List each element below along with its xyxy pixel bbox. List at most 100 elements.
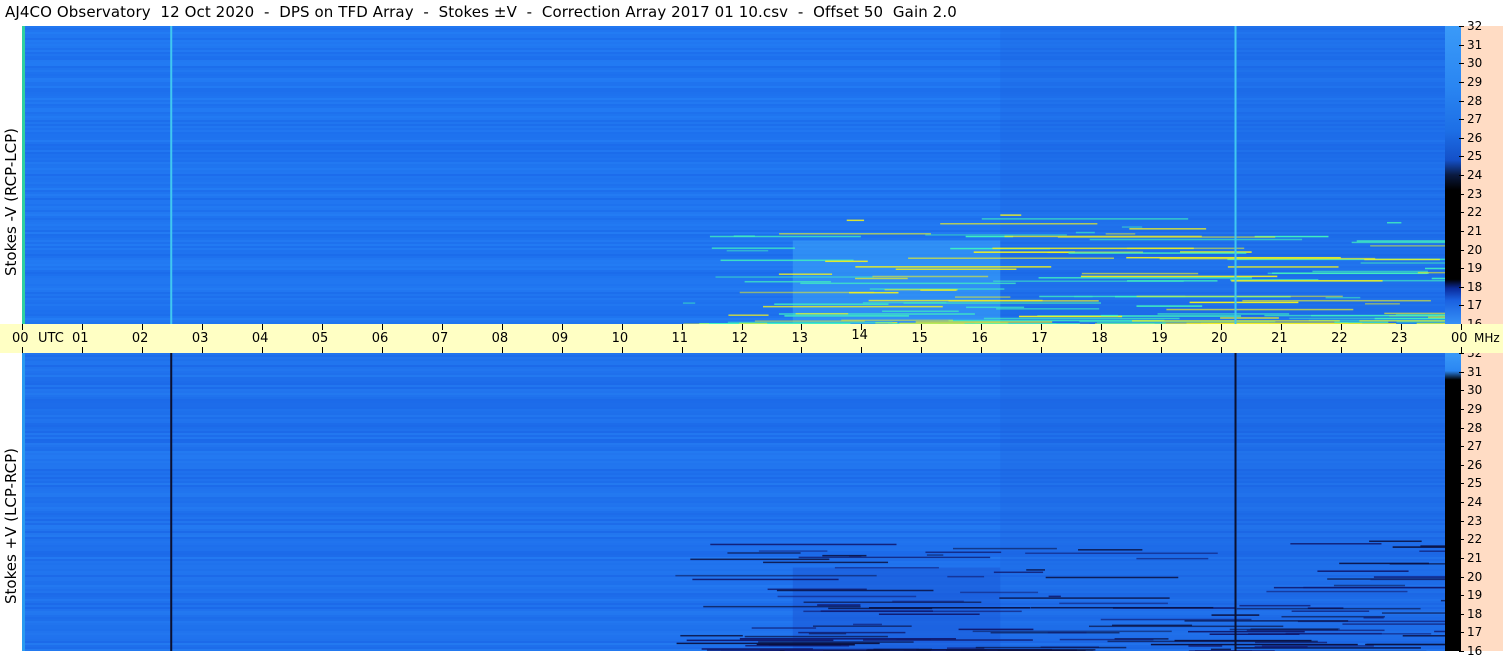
burst-streak xyxy=(1136,295,1343,298)
burst-streak xyxy=(1339,562,1429,565)
burst-streak xyxy=(1359,320,1445,322)
utc-tick-mark xyxy=(1281,347,1283,353)
vertical-interference-line xyxy=(170,26,173,324)
burst-streak xyxy=(1136,305,1203,307)
utc-tick: 13 xyxy=(791,331,808,346)
burst-streak xyxy=(675,574,877,577)
burst-streak xyxy=(784,315,909,317)
utc-tick-mark xyxy=(861,347,863,353)
burst-streak xyxy=(1227,266,1339,268)
utc-tick: 08 xyxy=(491,331,509,346)
burst-streak xyxy=(1121,226,1143,228)
spectrogram-bottom-canvas xyxy=(22,353,1445,651)
utc-tick-mark xyxy=(201,324,203,330)
burst-streak xyxy=(1047,631,1087,634)
utc-tick-mark xyxy=(1461,324,1462,330)
utc-tick: 05 xyxy=(311,331,329,346)
burst-streak xyxy=(744,635,888,638)
burst-streak xyxy=(1290,543,1382,545)
burst-streak xyxy=(1189,301,1299,304)
utc-tick-mark xyxy=(381,324,383,330)
utc-tick-mark xyxy=(801,324,803,330)
utc-tick-mark xyxy=(681,324,683,330)
burst-streak xyxy=(925,234,1067,236)
burst-streak xyxy=(680,634,743,637)
burst-streak xyxy=(993,571,1044,574)
burst-streak xyxy=(1004,235,1202,238)
burst-streak xyxy=(878,613,980,616)
frequency-tick: 20 xyxy=(1458,571,1482,583)
burst-streak xyxy=(1150,643,1358,646)
frequency-tick: 24 xyxy=(1458,496,1482,508)
burst-streak xyxy=(1419,550,1445,552)
utc-tick-mark xyxy=(1401,324,1403,330)
burst-streak xyxy=(1089,238,1303,241)
burst-streak xyxy=(763,561,889,564)
spectrogram-top-canvas xyxy=(22,26,1445,324)
burst-streak xyxy=(1384,312,1445,315)
frequency-tick: 18 xyxy=(1458,281,1482,293)
burst-streak xyxy=(1025,552,1218,555)
utc-tick-mark xyxy=(741,347,743,353)
burst-streak xyxy=(795,312,849,315)
burst-streak xyxy=(952,547,1057,550)
utc-tick-mark xyxy=(861,324,863,330)
burst-streak xyxy=(1417,271,1445,274)
utc-tick: 17 xyxy=(1031,331,1048,346)
utc-tick-mark xyxy=(561,347,563,353)
burst-streak xyxy=(709,235,861,238)
burst-streak xyxy=(825,260,868,263)
burst-streak xyxy=(1363,616,1384,619)
utc-tick-mark xyxy=(441,347,443,353)
burst-streak xyxy=(1272,272,1429,274)
utc-tick-mark xyxy=(1221,324,1223,330)
utc-tick: 15 xyxy=(911,331,928,346)
burst-streak xyxy=(1210,648,1231,651)
spectrogram-stokes-minus-v xyxy=(22,26,1445,324)
burst-streak xyxy=(892,600,964,603)
utc-tick: 20 xyxy=(1211,331,1228,346)
burst-streak xyxy=(1059,602,1168,605)
burst-streak xyxy=(1000,214,1022,216)
utc-tick: 02 xyxy=(131,331,149,346)
burst-streak xyxy=(1356,240,1445,242)
utc-tick-mark xyxy=(801,347,803,353)
burst-streak xyxy=(1369,540,1422,543)
burst-streak xyxy=(1351,241,1445,244)
burst-streak xyxy=(1229,628,1338,631)
burst-streak xyxy=(1434,630,1445,633)
burst-streak xyxy=(884,288,958,291)
frequency-tick: 19 xyxy=(1458,589,1482,601)
utc-tick-mark xyxy=(441,324,443,330)
utc-tick-mark xyxy=(1161,347,1163,353)
burst-streak xyxy=(1075,231,1095,234)
chart-title: AJ4CO Observatory 12 Oct 2020 - DPS on T… xyxy=(5,3,957,21)
frequency-tick: 17 xyxy=(1458,299,1482,311)
burst-streak xyxy=(1254,646,1308,648)
frequency-tick: 31 xyxy=(1458,39,1482,51)
utc-tick: 01 xyxy=(71,331,89,346)
burst-streak xyxy=(777,595,917,598)
burst-streak xyxy=(1048,595,1061,598)
burst-streak xyxy=(1188,645,1223,647)
burst-streak xyxy=(822,554,867,557)
utc-tick-mark xyxy=(681,347,683,353)
burst-streak xyxy=(1289,317,1445,320)
burst-streak xyxy=(926,554,944,556)
frequency-tick: 28 xyxy=(1458,95,1482,107)
frequency-tick: 21 xyxy=(1458,225,1482,237)
frequency-tick: 26 xyxy=(1458,132,1482,144)
burst-streak xyxy=(1126,247,1245,250)
utc-tick: 00 xyxy=(1451,331,1468,346)
burst-streak xyxy=(1038,277,1252,279)
burst-streak xyxy=(774,303,889,305)
burst-streak xyxy=(1184,620,1349,622)
burst-streak xyxy=(1303,586,1445,589)
utc-tick: 03 xyxy=(191,331,209,346)
burst-streak xyxy=(882,310,959,313)
frequency-tick: 27 xyxy=(1458,113,1482,125)
frequency-tick: 16 xyxy=(1458,645,1482,657)
burst-streak xyxy=(711,247,795,249)
vertical-interference-line xyxy=(170,353,173,651)
burst-streak xyxy=(1428,316,1445,319)
